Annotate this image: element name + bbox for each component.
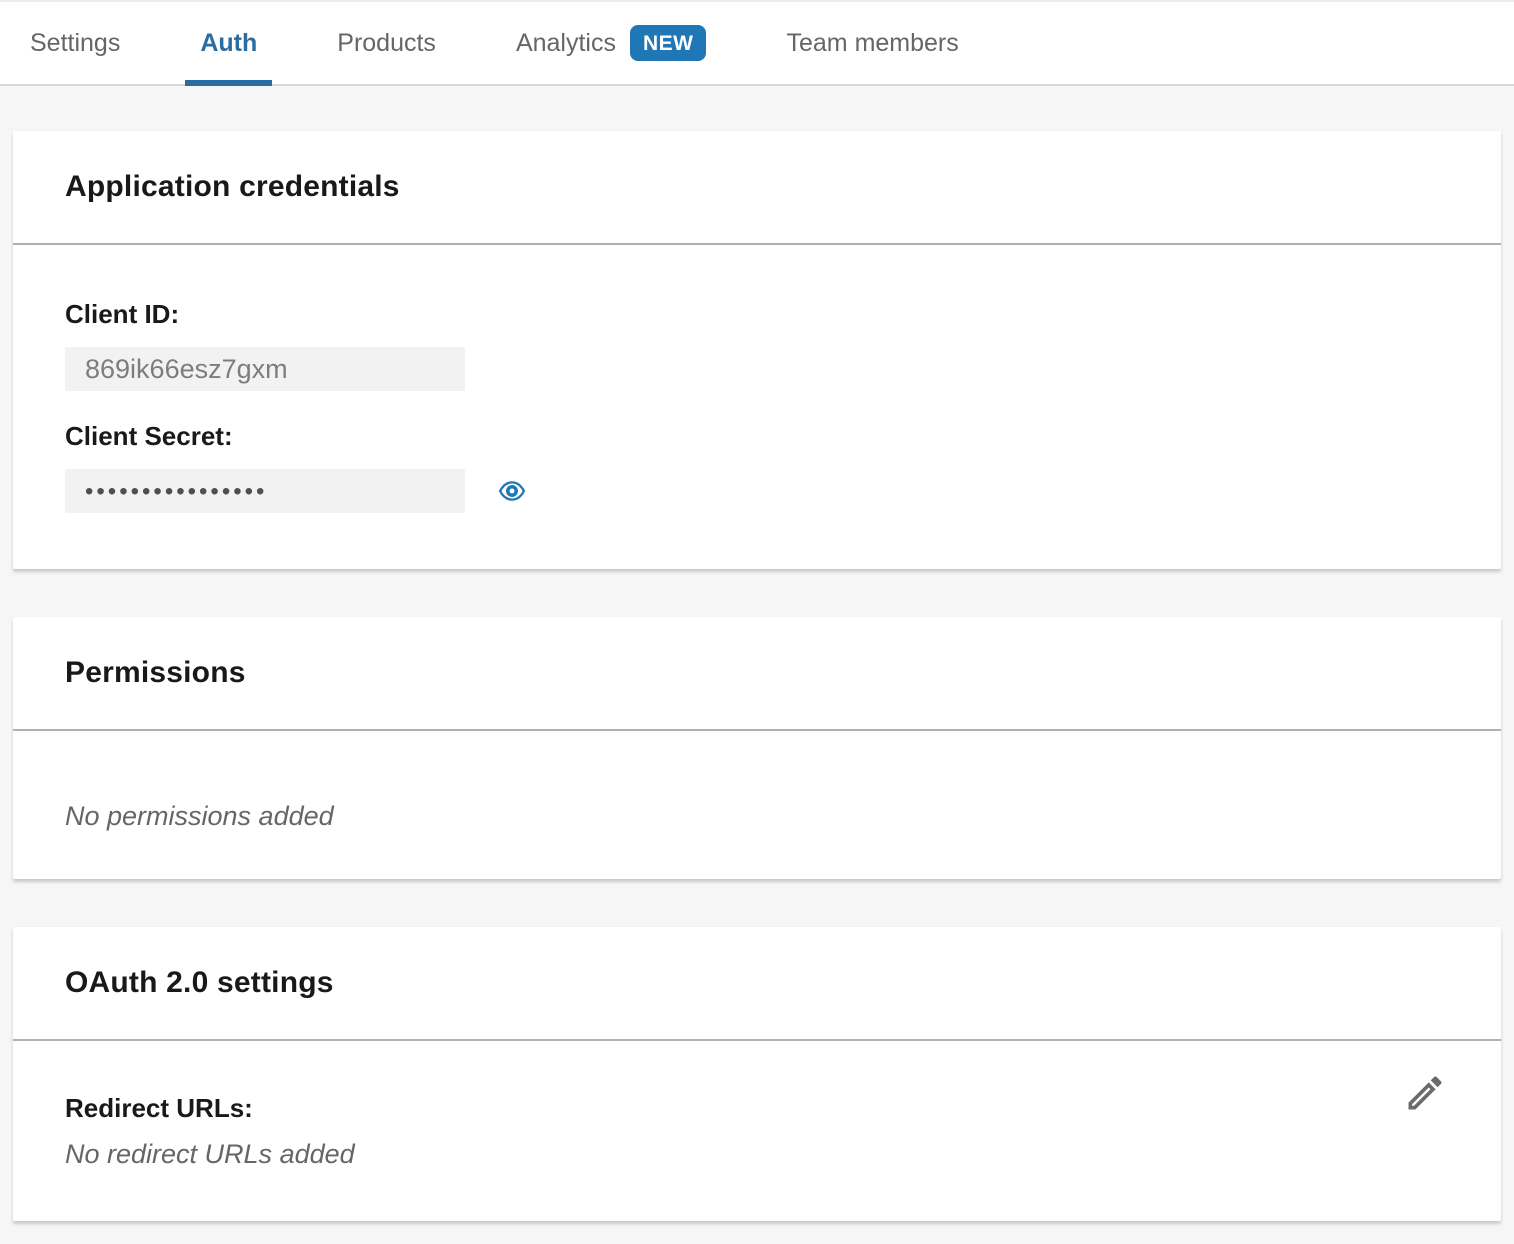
permissions-header: Permissions: [13, 617, 1501, 731]
client-id-value: 869ik66esz7gxm: [85, 354, 288, 385]
tab-bar: Settings Auth Products Analytics NEW Tea…: [0, 0, 1514, 86]
permissions-body: No permissions added: [13, 731, 1501, 879]
oauth-settings-header: OAuth 2.0 settings: [13, 927, 1501, 1041]
tab-team-members[interactable]: Team members: [786, 2, 958, 84]
permissions-card: Permissions No permissions added: [13, 617, 1501, 879]
client-id-value-box: 869ik66esz7gxm: [65, 347, 465, 391]
tab-settings[interactable]: Settings: [30, 2, 120, 84]
application-credentials-title: Application credentials: [65, 170, 400, 204]
tab-analytics[interactable]: Analytics NEW: [516, 2, 707, 84]
tab-products-label: Products: [337, 29, 436, 58]
tab-analytics-label: Analytics: [516, 29, 616, 58]
client-secret-row: ••••••••••••••••: [65, 469, 1449, 513]
client-secret-label: Client Secret:: [65, 421, 1449, 451]
visibility-eye-icon: [495, 477, 529, 505]
application-credentials-card: Application credentials Client ID: 869ik…: [13, 131, 1501, 569]
reveal-secret-button[interactable]: [495, 477, 529, 505]
oauth-settings-title: OAuth 2.0 settings: [65, 966, 334, 1000]
client-secret-masked-value: ••••••••••••••••: [85, 478, 267, 504]
tab-auth-label: Auth: [200, 29, 257, 58]
main-content: Application credentials Client ID: 869ik…: [0, 86, 1514, 1221]
tab-settings-label: Settings: [30, 29, 120, 58]
no-permissions-text: No permissions added: [65, 801, 1449, 831]
application-credentials-body: Client ID: 869ik66esz7gxm Client Secret:…: [13, 245, 1501, 569]
edit-redirect-urls-button[interactable]: [1403, 1071, 1447, 1115]
client-secret-value-box: ••••••••••••••••: [65, 469, 465, 513]
oauth-settings-card: OAuth 2.0 settings Redirect URLs: No red…: [13, 927, 1501, 1221]
client-id-label: Client ID:: [65, 299, 1449, 329]
tab-products[interactable]: Products: [337, 2, 436, 84]
pencil-edit-icon: [1403, 1071, 1447, 1115]
no-redirect-urls-text: No redirect URLs added: [65, 1139, 1449, 1169]
tab-auth[interactable]: Auth: [200, 2, 257, 84]
application-credentials-header: Application credentials: [13, 131, 1501, 245]
tab-team-members-label: Team members: [786, 29, 958, 58]
oauth-settings-body: Redirect URLs: No redirect URLs added: [13, 1041, 1501, 1221]
new-badge: NEW: [630, 25, 707, 61]
permissions-title: Permissions: [65, 656, 246, 690]
developer-app-page: Settings Auth Products Analytics NEW Tea…: [0, 0, 1514, 1221]
redirect-urls-label: Redirect URLs:: [65, 1093, 1449, 1123]
